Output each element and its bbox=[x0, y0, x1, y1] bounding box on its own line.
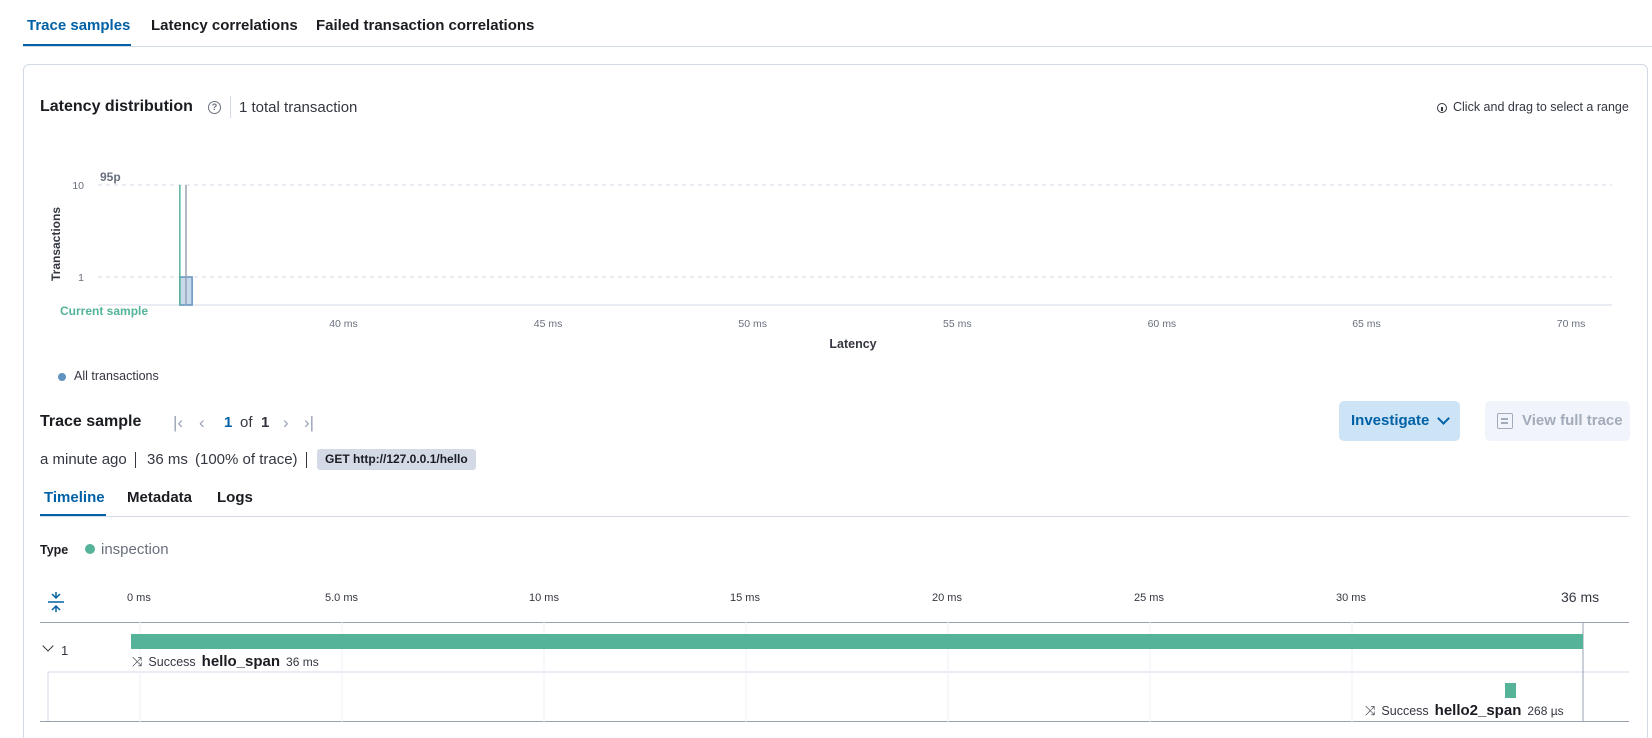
timeline-tick: 5.0 ms bbox=[325, 592, 359, 604]
type-color-dot bbox=[85, 544, 95, 554]
latency-distribution-chart[interactable]: 40 ms 45 ms 50 ms 55 ms 60 ms 65 ms 70 ms 110 … bbox=[0, 0, 1652, 360]
group-count: 1 bbox=[61, 643, 69, 658]
first-page-icon[interactable]: |‹ bbox=[173, 414, 183, 431]
percentile-marker-label: 95p bbox=[100, 170, 121, 184]
span-row-hello2-span[interactable]: ⤨ Success hello2_span 268 µs bbox=[1365, 702, 1564, 720]
next-page-icon[interactable]: › bbox=[283, 414, 289, 431]
x-tick-label: 40 ms bbox=[329, 318, 358, 330]
y-tick-label: 10 bbox=[72, 180, 84, 192]
tab-timeline[interactable]: Timeline bbox=[44, 489, 105, 506]
timeline-tick: 20 ms bbox=[932, 592, 962, 604]
span-name: hello_span bbox=[201, 653, 281, 670]
chart-grid bbox=[98, 184, 1612, 306]
timeline-tick: 25 ms bbox=[1134, 592, 1164, 604]
y-axis-label: Transactions bbox=[49, 207, 63, 281]
span-duration: 36 ms bbox=[286, 655, 319, 669]
legend-all-transactions[interactable]: All transactions bbox=[74, 369, 159, 383]
timeline-tick: 15 ms bbox=[730, 592, 760, 604]
span-row-hello-span[interactable]: ⤨ Success hello_span 36 ms bbox=[132, 653, 319, 671]
view-full-trace-label: View full trace bbox=[1522, 412, 1623, 429]
chart-y-ticks: 1 10 bbox=[72, 180, 84, 284]
x-tick-label: 55 ms bbox=[943, 318, 972, 330]
trace-sample-title: Trace sample bbox=[40, 413, 142, 430]
chevron-down-icon bbox=[1437, 412, 1450, 425]
investigate-label: Investigate bbox=[1351, 412, 1430, 429]
previous-page-icon[interactable]: ‹ bbox=[199, 414, 205, 431]
view-full-trace-button[interactable]: View full trace bbox=[1485, 401, 1630, 441]
legend-dot-all-transactions bbox=[58, 373, 66, 381]
investigate-button[interactable]: Investigate bbox=[1339, 401, 1460, 441]
total-pages: 1 bbox=[261, 414, 270, 431]
span-duration: 268 µs bbox=[1527, 704, 1564, 718]
span-bar-hello-span[interactable] bbox=[131, 634, 1583, 649]
summary-divider-2 bbox=[306, 452, 307, 468]
span-type-icon: ⤨ bbox=[132, 654, 143, 669]
current-sample-label: Current sample bbox=[60, 304, 148, 318]
of-label: of bbox=[240, 414, 253, 431]
active-sub-tab-indicator bbox=[40, 514, 106, 516]
transaction-name-badge[interactable]: GET http://127.0.0.1/hello bbox=[317, 449, 476, 470]
x-tick-label: 50 ms bbox=[738, 318, 767, 330]
trace-percent: (100% of trace) bbox=[195, 451, 298, 468]
x-tick-label: 65 ms bbox=[1352, 318, 1381, 330]
trace-time-ago: a minute ago bbox=[40, 451, 127, 468]
type-label: Type bbox=[40, 543, 69, 557]
y-tick-label: 1 bbox=[78, 272, 84, 284]
sub-tab-bar bbox=[40, 516, 1629, 517]
span-type-icon: ⤨ bbox=[1365, 703, 1376, 718]
span-name: hello2_span bbox=[1434, 702, 1522, 719]
x-axis-label: Latency bbox=[829, 337, 876, 351]
timeline-tick: 10 ms bbox=[529, 592, 559, 604]
trace-duration: 36 ms bbox=[147, 451, 188, 468]
span-bar-hello2-span[interactable] bbox=[1505, 683, 1516, 698]
span-status: Success bbox=[148, 655, 196, 669]
x-tick-label: 45 ms bbox=[534, 318, 563, 330]
chart-x-ticks: 40 ms 45 ms 50 ms 55 ms 60 ms 65 ms 70 ms bbox=[329, 318, 1585, 330]
type-value[interactable]: inspection bbox=[101, 541, 169, 558]
document-icon bbox=[1497, 413, 1513, 429]
collapse-all-icon[interactable] bbox=[46, 592, 66, 612]
current-page[interactable]: 1 bbox=[224, 414, 232, 431]
tab-metadata[interactable]: Metadata bbox=[127, 489, 192, 506]
span-status: Success bbox=[1381, 704, 1429, 718]
timeline-tick: 30 ms bbox=[1336, 592, 1366, 604]
tab-logs[interactable]: Logs bbox=[217, 489, 253, 506]
x-tick-label: 60 ms bbox=[1148, 318, 1177, 330]
timeline-end-tick: 36 ms bbox=[1561, 589, 1600, 605]
timeline-tick: 0 ms bbox=[127, 592, 151, 604]
summary-divider-1 bbox=[135, 452, 136, 468]
last-page-icon[interactable]: ›| bbox=[304, 414, 314, 431]
x-tick-label: 70 ms bbox=[1557, 318, 1586, 330]
